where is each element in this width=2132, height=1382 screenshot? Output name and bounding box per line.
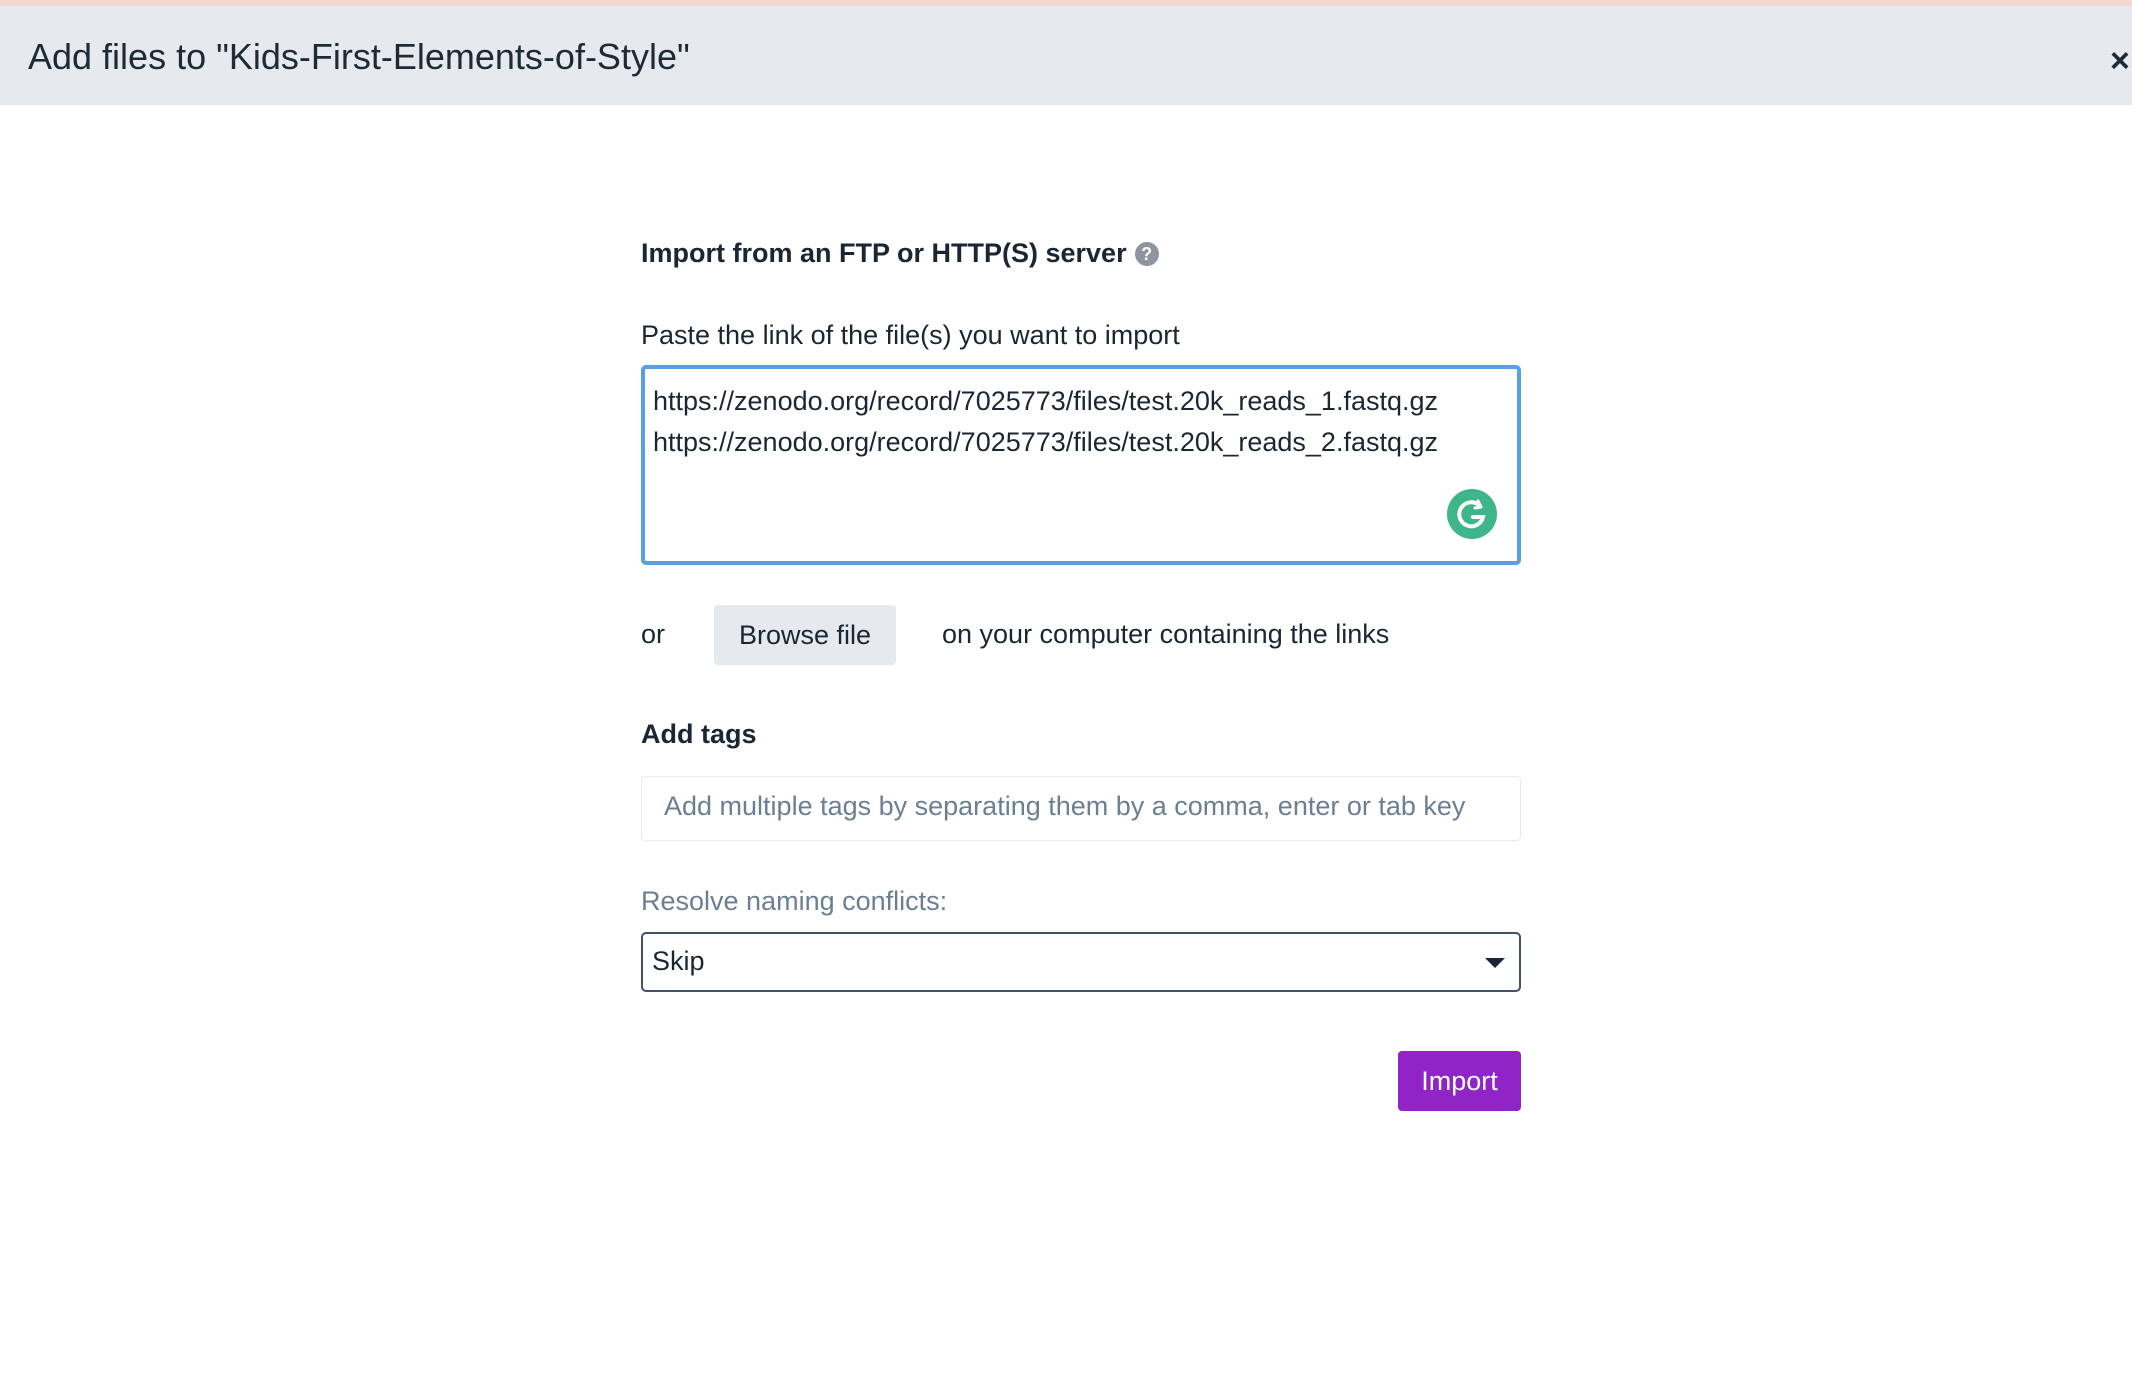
- links-textarea[interactable]: https://zenodo.org/record/7025773/files/…: [641, 365, 1521, 565]
- import-section-title: Import from an FTP or HTTP(S) server ?: [641, 238, 1159, 269]
- import-button[interactable]: Import: [1398, 1051, 1521, 1111]
- browse-file-button[interactable]: Browse file: [714, 605, 896, 665]
- import-section-title-text: Import from an FTP or HTTP(S) server: [641, 238, 1127, 268]
- dialog-content: Import from an FTP or HTTP(S) server ? P…: [641, 0, 1521, 1382]
- dialog-title: Add files to "Kids-First-Elements-of-Sty…: [28, 36, 690, 77]
- or-text: or: [641, 619, 666, 649]
- tags-placeholder: Add multiple tags by separating them by …: [664, 791, 1466, 821]
- browse-hint-text: on your computer containing the links: [942, 619, 1390, 649]
- link-line: https://zenodo.org/record/7025773/files/…: [653, 386, 1439, 416]
- help-icon[interactable]: ?: [1134, 241, 1159, 266]
- add-tags-title: Add tags: [641, 719, 757, 749]
- browse-row: or Browse file on your computer containi…: [641, 605, 1521, 667]
- link-line: https://zenodo.org/record/7025773/files/…: [653, 427, 1439, 457]
- paste-links-label: Paste the link of the file(s) you want t…: [641, 320, 1180, 350]
- resolve-conflicts-label: Resolve naming conflicts:: [641, 886, 948, 916]
- tags-input[interactable]: Add multiple tags by separating them by …: [641, 776, 1521, 841]
- close-icon[interactable]: ×: [2110, 44, 2130, 78]
- grammarly-icon[interactable]: [1447, 489, 1497, 539]
- resolve-conflicts-select[interactable]: Skip: [641, 932, 1521, 992]
- select-value: Skip: [652, 946, 705, 976]
- chevron-down-icon: [1485, 958, 1505, 968]
